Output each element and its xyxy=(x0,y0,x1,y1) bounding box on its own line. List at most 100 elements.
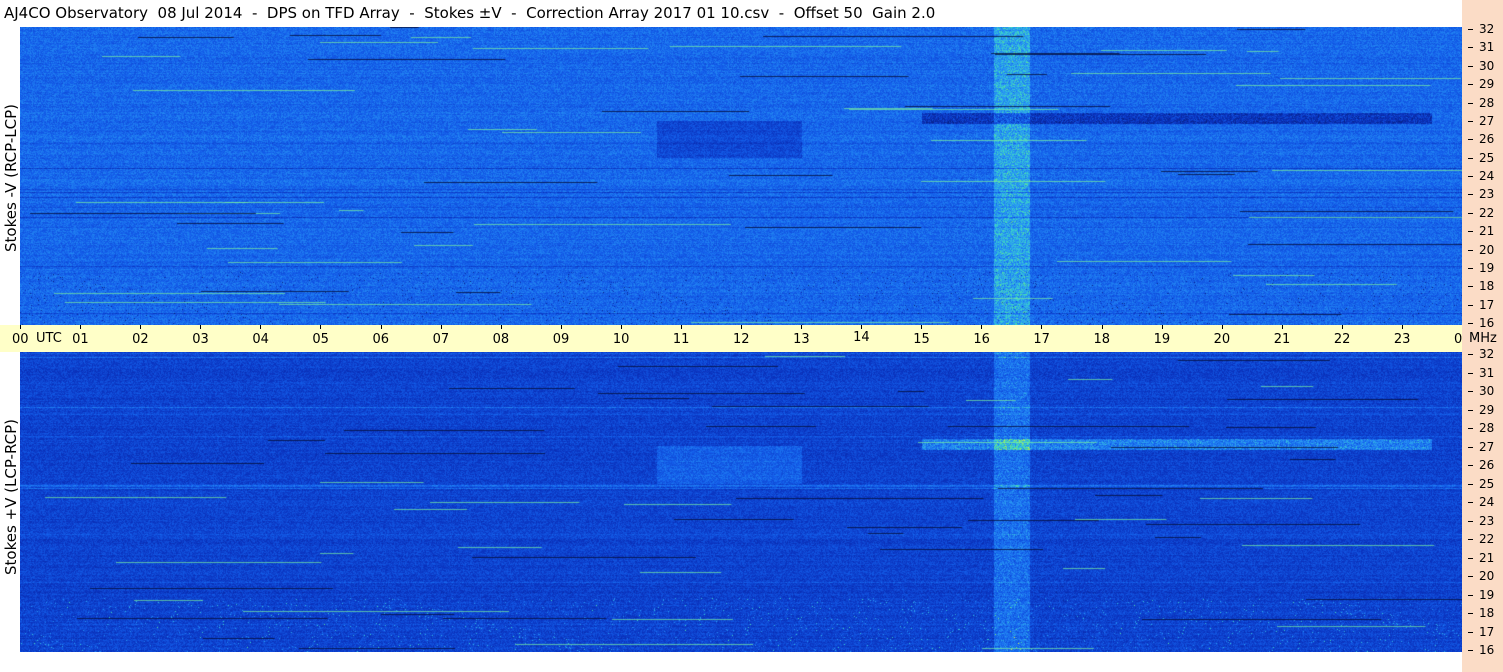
y-tick-label-top: 26 xyxy=(1479,132,1495,147)
x-tick xyxy=(1041,325,1043,329)
y-tick-label-bottom: 31 xyxy=(1479,365,1495,380)
y-tick-bottom xyxy=(1468,650,1473,651)
y-tick-label-top: 21 xyxy=(1479,224,1495,239)
y-tick-bottom xyxy=(1468,613,1473,614)
x-tick xyxy=(140,325,142,329)
y-tick-label-top: 20 xyxy=(1479,242,1495,257)
y-tick-label-top: 17 xyxy=(1479,297,1495,312)
x-tick xyxy=(1161,325,1163,329)
y-tick-bottom xyxy=(1468,354,1473,355)
y-tick-bottom xyxy=(1468,465,1473,466)
y-tick-bottom xyxy=(1468,446,1473,448)
x-tick-label: 15 xyxy=(913,332,930,347)
y-tick-label-bottom: 17 xyxy=(1479,624,1495,639)
x-tick xyxy=(1101,325,1103,329)
x-tick-label: 18 xyxy=(1093,332,1111,347)
y-tick-bottom xyxy=(1468,428,1473,429)
y-tick-label-top: 16 xyxy=(1479,316,1495,330)
x-tick xyxy=(861,325,863,329)
y-tick-label-top: 31 xyxy=(1479,40,1495,55)
y-tick-label-bottom: 30 xyxy=(1479,384,1495,398)
y-axis-label-top: Stokes -V (RCP-LCP) xyxy=(2,104,20,252)
chart-title: AJ4CO Observatory 08 Jul 2014 - DPS on T… xyxy=(4,4,936,22)
x-tick xyxy=(260,325,262,329)
spectrogram-stokes-minus-v xyxy=(20,27,1462,325)
time-axis-unit: UTC xyxy=(36,331,62,346)
y-tick-label-bottom: 22 xyxy=(1479,532,1495,546)
x-tick-label: 03 xyxy=(192,332,209,347)
x-tick-label: 04 xyxy=(252,332,269,347)
y-tick-bottom xyxy=(1468,576,1473,577)
x-tick-label: 12 xyxy=(733,332,750,347)
x-tick xyxy=(680,325,682,329)
y-tick-bottom xyxy=(1468,391,1473,392)
x-tick-label: 11 xyxy=(672,332,690,347)
x-tick xyxy=(560,325,562,329)
y-tick-label-top: 22 xyxy=(1479,205,1495,220)
y-tick-label-bottom: 32 xyxy=(1479,347,1495,361)
x-tick-label: 16 xyxy=(973,332,990,347)
x-tick-label: 08 xyxy=(492,332,510,347)
y-tick-top xyxy=(1468,212,1473,214)
x-tick-label: 23 xyxy=(1393,332,1411,347)
x-tick-label: 09 xyxy=(552,332,570,347)
y-tick-bottom xyxy=(1468,557,1473,559)
y-axis-label-bottom: Stokes +V (LCP-RCP) xyxy=(2,419,20,575)
y-tick-label-bottom: 18 xyxy=(1479,606,1495,620)
time-axis: UTC 00 01 02 03 04 05 06 07 08 09 10 11 12 13 14 15 16 17… xyxy=(0,325,1471,352)
y-tick-top xyxy=(1468,120,1473,122)
x-tick xyxy=(380,325,382,329)
x-tick-label: 17 xyxy=(1033,332,1050,347)
y-tick-bottom xyxy=(1468,539,1473,540)
y-tick-label-top: 32 xyxy=(1479,22,1495,36)
y-tick-label-top: 25 xyxy=(1479,150,1495,165)
y-tick-bottom xyxy=(1468,594,1473,596)
x-tick-label: 21 xyxy=(1273,332,1291,347)
y-tick-top xyxy=(1468,139,1473,141)
y-tick-label-bottom: 24 xyxy=(1479,495,1495,509)
y-tick-top xyxy=(1468,194,1473,196)
x-tick xyxy=(921,325,923,329)
y-tick-top xyxy=(1468,84,1473,86)
y-tick-label-bottom: 27 xyxy=(1479,439,1495,454)
x-tick xyxy=(1341,325,1343,329)
y-tick-top xyxy=(1468,286,1473,288)
y-tick-label-bottom: 19 xyxy=(1479,587,1495,602)
y-tick-top xyxy=(1468,231,1473,233)
x-tick-label: 00 xyxy=(12,332,29,347)
y-tick-label-bottom: 26 xyxy=(1479,458,1495,472)
x-tick xyxy=(1401,325,1403,329)
x-tick xyxy=(200,325,202,329)
y-tick-bottom xyxy=(1468,372,1473,374)
x-tick-label: 06 xyxy=(372,332,390,347)
x-tick xyxy=(440,325,442,329)
y-tick-label-top: 24 xyxy=(1479,169,1495,183)
x-tick-label: 10 xyxy=(612,332,630,347)
y-tick-label-top: 23 xyxy=(1479,187,1495,202)
y-tick-label-bottom: 25 xyxy=(1479,476,1495,491)
x-tick xyxy=(80,325,82,329)
y-tick-label-bottom: 20 xyxy=(1479,569,1495,583)
x-tick-label: 19 xyxy=(1153,332,1171,347)
y-tick-top xyxy=(1468,323,1473,324)
y-tick-top xyxy=(1468,304,1473,306)
x-tick xyxy=(620,325,622,329)
y-tick-top xyxy=(1468,157,1473,159)
x-tick xyxy=(1281,325,1283,329)
x-tick xyxy=(981,325,983,329)
y-tick-bottom xyxy=(1468,483,1473,485)
y-tick-label-bottom: 29 xyxy=(1479,402,1495,417)
y-tick-label-bottom: 23 xyxy=(1479,513,1495,528)
y-tick-bottom xyxy=(1468,631,1473,633)
y-tick-top xyxy=(1468,249,1473,251)
x-tick-label: 14 xyxy=(853,330,870,345)
x-tick xyxy=(320,325,322,329)
y-tick-top xyxy=(1468,29,1473,30)
y-tick-label-top: 19 xyxy=(1479,260,1495,275)
x-tick-label: 05 xyxy=(312,332,329,347)
x-tick xyxy=(1221,325,1223,329)
x-tick-label: 20 xyxy=(1213,332,1231,347)
y-tick-label-top: 28 xyxy=(1479,95,1495,110)
y-tick-label-top: 30 xyxy=(1479,58,1495,73)
x-tick xyxy=(500,325,502,329)
